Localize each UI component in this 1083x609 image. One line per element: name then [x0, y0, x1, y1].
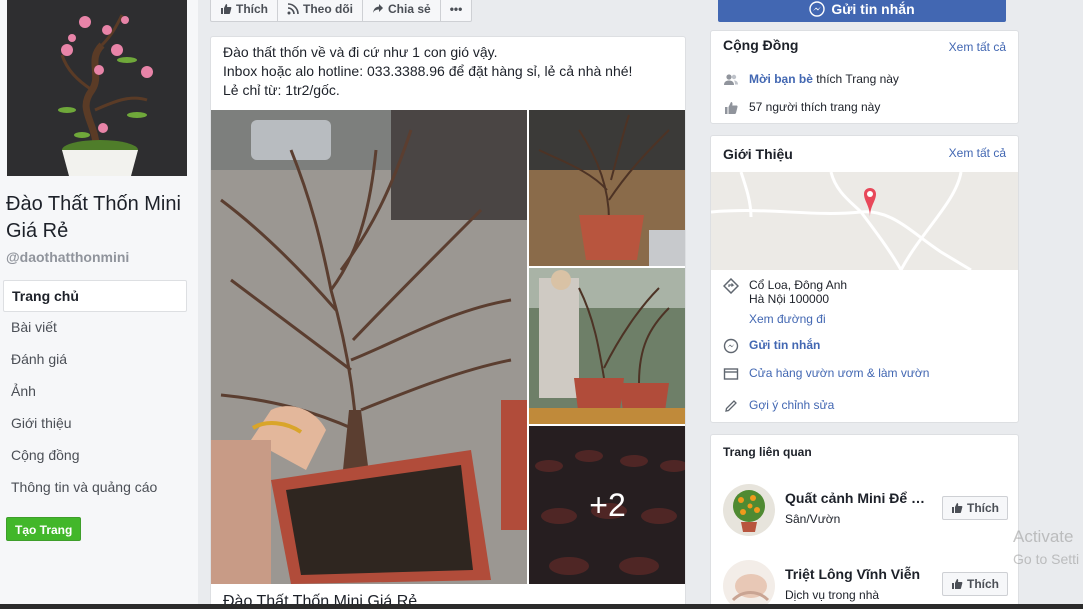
related-page-avatar[interactable] [723, 560, 775, 609]
address-block: Cổ Loa, Đông Anh Hà Nội 100000 Xem đường… [749, 278, 847, 326]
page-handle[interactable]: @daothatthonmini [6, 249, 129, 265]
like-page-button[interactable]: Thích [210, 0, 278, 22]
watermark-line-2: Go to Setti [1013, 551, 1080, 567]
messenger-icon [809, 1, 826, 17]
share-page-button[interactable]: Chia sẻ [363, 0, 441, 22]
post-card: Đào thất thốn về và đi cứ như 1 con gió … [210, 36, 686, 609]
page-name: Đào Thất Thốn Mini Giá Rẻ [6, 193, 181, 242]
invite-friends-link[interactable]: Mời bạn bè [749, 72, 813, 86]
rss-icon [287, 3, 299, 15]
nav-item-info-ads[interactable]: Thông tin và quảng cáo [3, 472, 187, 504]
related-page-category: Sân/Vườn [785, 512, 841, 526]
post-line: Lẻ chỉ từ: 1tr2/gốc. [223, 82, 340, 98]
post-photo-3[interactable] [529, 268, 685, 424]
peach-bonsai-photo [7, 0, 187, 176]
bottom-chat-bar [0, 604, 1083, 609]
page-sidebar: Đào Thất Thốn Mini Giá Rẻ @daothatthonmi… [0, 0, 198, 609]
bonsai-photo-3 [529, 268, 685, 424]
pencil-icon [725, 400, 737, 412]
location-diamond-icon [723, 278, 739, 294]
thumbs-up-icon [952, 503, 963, 513]
post-line: Inbox hoặc alo hotline: 033.3388.96 để đ… [223, 63, 633, 79]
share-arrow-icon [373, 4, 383, 13]
likes-count: 57 người thích trang này [749, 100, 881, 114]
bonsai-in-pot-photo [211, 110, 527, 584]
follow-page-button[interactable]: Theo dõi [278, 0, 363, 22]
like-label: Thích [967, 501, 999, 515]
create-page-button[interactable]: Tạo Trang [6, 517, 82, 541]
nav-item-home[interactable]: Trang chủ [3, 280, 187, 312]
category-link[interactable]: Cửa hàng vườn ươm & làm vườn [749, 366, 929, 380]
related-title: Trang liên quan [723, 445, 812, 459]
address-line-1: Cổ Loa, Đông Anh [749, 278, 848, 292]
like-label: Thích [967, 577, 999, 591]
category-row: Cửa hàng vườn ươm & làm vườn [723, 366, 929, 382]
hair-removal-avatar [723, 560, 775, 609]
invite-suffix: thích Trang này [812, 72, 899, 86]
follow-label: Theo dõi [303, 2, 353, 16]
send-message-button[interactable]: Gửi tin nhắn [718, 0, 1006, 22]
bonsai-photo-2 [529, 110, 685, 266]
messenger-icon [723, 338, 739, 354]
nav-item-about[interactable]: Giới thiệu [3, 408, 187, 440]
send-message-link[interactable]: Gửi tin nhắn [749, 338, 820, 352]
related-page-item[interactable]: Triệt Lông Vĩnh Viễn Dịch vụ trong nhà T… [723, 560, 1008, 609]
related-pages-card: Trang liên quan Quất cảnh Mini Để Bàn Sâ… [710, 434, 1019, 609]
post-photo-4[interactable]: +2 [529, 426, 685, 584]
address-row: Cổ Loa, Đông Anh Hà Nội 100000 Xem đường… [723, 278, 847, 326]
location-map[interactable] [711, 172, 1018, 270]
about-see-all-link[interactable]: Xem tất cả [949, 146, 1006, 160]
related-page-category: Dịch vụ trong nhà [785, 588, 880, 602]
related-page-name[interactable]: Quất cảnh Mini Để Bàn [785, 490, 935, 506]
map-graphic [711, 172, 1018, 270]
post-photo-main[interactable] [211, 110, 527, 584]
send-message-label: Gửi tin nhắn [831, 1, 915, 17]
message-row: Gửi tin nhắn [723, 338, 820, 354]
related-page-name[interactable]: Triệt Lông Vĩnh Viễn [785, 566, 935, 582]
suggest-edit-row: Gợi ý chỉnh sửa [723, 398, 834, 414]
community-card: Cộng Đồng Xem tất cả Mời bạn bè thích Tr… [710, 30, 1019, 124]
kumquat-tree-avatar [723, 484, 775, 536]
post-line: Đào thất thốn về và đi cứ như 1 con gió … [223, 44, 498, 60]
related-page-avatar[interactable] [723, 484, 775, 536]
friends-icon [724, 74, 738, 85]
thumbs-up-icon [725, 102, 738, 114]
nav-item-photos[interactable]: Ảnh [3, 376, 187, 408]
page-nav: Trang chủ Bài viết Đánh giá Ảnh Giới thi… [3, 280, 187, 504]
thumbs-up-icon [952, 579, 963, 589]
about-card: Giới Thiệu Xem tất cả Cổ Loa, Đông Anh H… [710, 135, 1019, 423]
directions-link[interactable]: Xem đường đi [749, 312, 847, 326]
more-dots-icon: ••• [449, 2, 463, 16]
more-photos-overlay[interactable]: +2 [529, 426, 685, 584]
nav-item-community[interactable]: Cộng đồng [3, 440, 187, 472]
watermark-line-1: Activate [1013, 527, 1074, 546]
more-options-button[interactable]: ••• [440, 0, 473, 22]
nav-item-reviews[interactable]: Đánh giá [3, 344, 187, 376]
invite-friends-row: Mời bạn bè thích Trang này [723, 72, 899, 88]
community-title: Cộng Đồng [723, 37, 799, 53]
likes-row: 57 người thích trang này [723, 100, 880, 116]
storefront-icon [723, 368, 739, 380]
related-like-button[interactable]: Thích [942, 572, 1008, 596]
page-action-bar: Thích Theo dõi Chia sẻ ••• [210, 0, 473, 22]
post-text: Đào thất thốn về và đi cứ như 1 con gió … [223, 43, 632, 100]
profile-picture[interactable] [7, 0, 187, 176]
windows-activation-watermark: Activate Go to Setti [1013, 526, 1079, 570]
related-page-item[interactable]: Quất cảnh Mini Để Bàn Sân/Vườn Thích [723, 484, 1008, 538]
community-see-all-link[interactable]: Xem tất cả [949, 40, 1006, 54]
address-line-2: Hà Nội 100000 [749, 292, 830, 306]
nav-item-posts[interactable]: Bài viết [3, 312, 187, 344]
thumbs-up-icon [221, 4, 232, 14]
post-photo-2[interactable] [529, 110, 685, 266]
invite-text: Mời bạn bè thích Trang này [749, 72, 899, 86]
like-label: Thích [236, 2, 268, 16]
related-like-button[interactable]: Thích [942, 496, 1008, 520]
suggest-edit-link[interactable]: Gợi ý chỉnh sửa [749, 398, 834, 412]
about-title: Giới Thiệu [723, 146, 793, 162]
share-label: Chia sẻ [388, 2, 431, 16]
